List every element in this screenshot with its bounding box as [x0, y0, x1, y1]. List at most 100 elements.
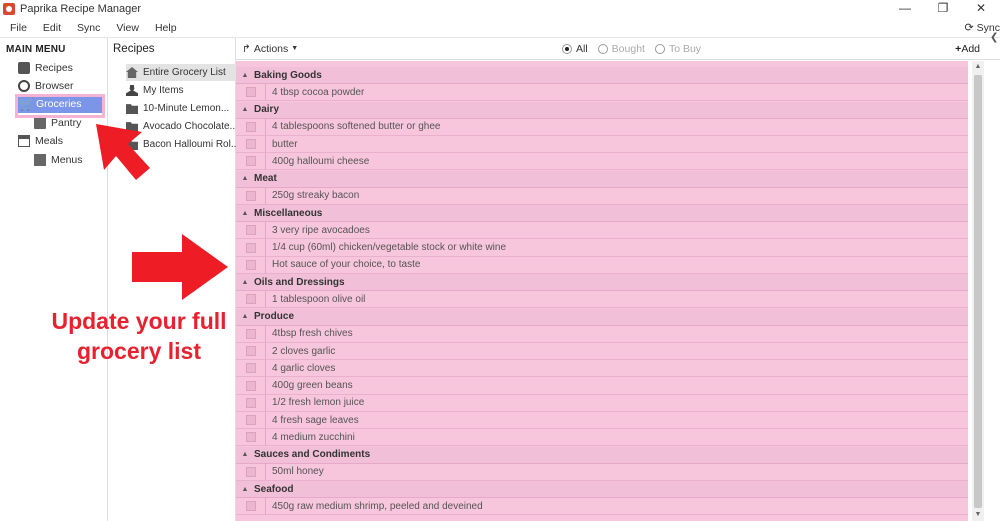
filter-label: All [576, 43, 588, 55]
filter-all[interactable]: All [562, 43, 588, 55]
recipe-list-item-lemon[interactable]: 10-Minute Lemon... [126, 100, 236, 117]
collapse-caret-icon[interactable]: ▲ [236, 279, 254, 286]
collapse-caret-icon[interactable]: ▲ [236, 106, 254, 113]
collapse-caret-icon[interactable]: ▲ [236, 313, 254, 320]
grocery-item-row[interactable]: 400g halloumi cheese [236, 152, 968, 171]
item-checkbox[interactable] [245, 294, 256, 305]
grocery-item-row[interactable]: 50ml honey [236, 463, 968, 481]
grocery-item-row[interactable]: butter [236, 135, 968, 153]
grocery-item-row[interactable]: 1/4 cup (60ml) chicken/vegetable stock o… [236, 239, 968, 257]
sidebar-item-label: Pantry [51, 117, 82, 129]
sidebar-item-meals[interactable]: Meals [18, 132, 106, 150]
menu-help[interactable]: Help [155, 22, 177, 34]
recipe-list-item-bacon[interactable]: Bacon Halloumi Rol... [126, 136, 236, 153]
collapse-caret-icon[interactable]: ▲ [236, 451, 254, 458]
scroll-down-icon[interactable]: ▼ [972, 509, 984, 521]
recipe-list-item-my-items[interactable]: My Items [126, 82, 236, 99]
item-checkbox[interactable] [245, 225, 256, 236]
recipe-list-item-avocado[interactable]: Avocado Chocolate... [126, 118, 236, 135]
grocery-item-row[interactable]: 3 very ripe avocadoes [236, 221, 968, 240]
window-controls: — ❐ ✕ [886, 0, 1000, 18]
sidebar-item-pantry[interactable]: Pantry [34, 114, 106, 132]
scroll-up-icon[interactable]: ▲ [972, 61, 984, 73]
item-checkbox[interactable] [245, 87, 256, 98]
collapse-caret-icon[interactable]: ▲ [236, 210, 254, 217]
item-checkbox[interactable] [245, 397, 256, 408]
grocery-item-text: 4 tablespoons softened butter or ghee [272, 121, 441, 133]
item-checkbox[interactable] [245, 466, 256, 477]
item-checkbox[interactable] [245, 156, 256, 167]
collapse-arrow-icon[interactable]: ❮ [990, 32, 998, 43]
add-button[interactable]: +Add [955, 43, 980, 55]
filter-bought[interactable]: Bought [597, 43, 645, 55]
checkbox-cell [236, 342, 266, 360]
grocery-item-row[interactable]: 4 fresh sage leaves [236, 411, 968, 429]
grocery-item-row[interactable]: 4 tablespoons softened butter or ghee [236, 118, 968, 136]
checkbox-cell [236, 152, 266, 170]
grocery-item-text: 4 garlic cloves [272, 362, 336, 374]
item-checkbox[interactable] [245, 346, 256, 356]
category-header[interactable]: ▲ Baking Goods [236, 67, 968, 84]
checkbox-cell [236, 428, 266, 446]
recipe-list-label: Avocado Chocolate... [143, 121, 236, 132]
category-header[interactable]: ▲ Oils and Dressings [236, 274, 968, 291]
menu-view[interactable]: View [116, 22, 139, 34]
category-header[interactable]: ▲ Seafood [236, 481, 968, 498]
category-header[interactable]: ▲ Produce [236, 308, 968, 326]
filter-to-buy[interactable]: To Buy [654, 43, 701, 55]
vertical-scrollbar[interactable]: ▲ ▼ [972, 61, 984, 521]
main-menu-heading: MAIN MENU [6, 44, 66, 55]
collapse-caret-icon[interactable]: ▲ [236, 72, 254, 79]
paprika-app-icon [3, 3, 15, 15]
category-header[interactable]: ▲ Dairy [236, 101, 968, 119]
item-checkbox[interactable] [245, 415, 256, 425]
category-header[interactable]: ▲ Meat [236, 170, 968, 188]
item-checkbox[interactable] [245, 432, 256, 443]
grocery-item-row[interactable]: 1/2 fresh lemon juice [236, 394, 968, 412]
item-checkbox[interactable] [245, 139, 256, 149]
maximize-button[interactable]: ❐ [924, 0, 962, 18]
category-header[interactable]: ▲ Miscellaneous [236, 205, 968, 222]
recipe-list-item-entire-grocery-list[interactable]: Entire Grocery List [126, 64, 236, 81]
menus-icon [34, 154, 46, 166]
grocery-item-row[interactable]: 4tbsp fresh chives [236, 325, 968, 343]
close-button[interactable]: ✕ [962, 0, 1000, 18]
sidebar-item-browser[interactable]: Browser [18, 77, 106, 95]
menu-edit[interactable]: Edit [43, 22, 61, 34]
item-checkbox[interactable] [245, 380, 256, 391]
grocery-item-row[interactable]: 1 tablespoon olive oil [236, 290, 968, 309]
minimize-button[interactable]: — [886, 0, 924, 18]
scroll-thumb[interactable] [974, 75, 982, 508]
grocery-item-row[interactable]: Hot sauce of your choice, to taste [236, 256, 968, 274]
sidebar-item-recipes[interactable]: Recipes [18, 59, 106, 77]
main-menu-sidebar: MAIN MENU Recipes Browser 🛒 Groceries Pa… [0, 38, 108, 521]
sidebar-item-menus[interactable]: Menus [34, 151, 106, 169]
category-header[interactable]: ▲ Sauces and Condiments [236, 446, 968, 464]
sidebar-item-groceries[interactable]: 🛒 Groceries [18, 95, 102, 113]
collapse-caret-icon[interactable]: ▲ [236, 175, 254, 182]
menu-sync[interactable]: Sync [77, 22, 100, 34]
recipe-list-label: Entire Grocery List [143, 67, 226, 78]
category-name: Produce [254, 311, 295, 322]
item-checkbox[interactable] [245, 328, 256, 339]
radio-icon [654, 44, 665, 54]
grocery-item-row[interactable]: 250g streaky bacon [236, 187, 968, 205]
item-checkbox[interactable] [245, 363, 256, 374]
menu-bar: File Edit Sync View Help ⟳ Sync [0, 18, 1000, 38]
item-checkbox[interactable] [245, 242, 256, 253]
actions-button[interactable]: ↱ Actions ▼ [242, 43, 298, 55]
grocery-item-row[interactable]: 4 garlic cloves [236, 359, 968, 378]
grocery-item-text: 1/2 fresh lemon juice [272, 397, 365, 409]
grocery-item-row[interactable]: 2 cloves garlic [236, 342, 968, 360]
item-checkbox[interactable] [245, 121, 256, 132]
collapse-caret-icon[interactable]: ▲ [236, 486, 254, 493]
grocery-item-row[interactable]: 450g raw medium shrimp, peeled and devei… [236, 497, 968, 516]
grocery-item-row[interactable]: 400g green beans [236, 377, 968, 395]
item-checkbox[interactable] [245, 190, 256, 201]
item-checkbox[interactable] [245, 501, 256, 512]
menu-file[interactable]: File [10, 22, 27, 34]
grocery-item-row[interactable]: 4 medium zucchini [236, 428, 968, 447]
recipe-list-label: Bacon Halloumi Rol... [143, 139, 236, 150]
item-checkbox[interactable] [245, 259, 256, 270]
grocery-item-row[interactable]: 4 tbsp cocoa powder [236, 83, 968, 102]
